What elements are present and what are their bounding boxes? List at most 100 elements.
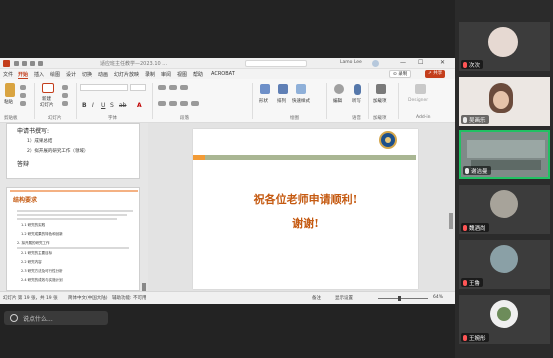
undo-icon[interactable] [30, 61, 35, 66]
ribbon-separator [252, 83, 253, 119]
zoom-slider[interactable] [378, 298, 428, 299]
tab-help[interactable]: 帮助 [193, 71, 203, 78]
thumbnail-text-line [17, 218, 117, 220]
mic-muted-icon [463, 224, 467, 231]
tab-slideshow[interactable]: 幻灯片放映 [114, 71, 139, 78]
find-icon[interactable] [334, 84, 344, 94]
tab-animations[interactable]: 动画 [98, 71, 108, 78]
participant-face [493, 91, 509, 109]
edit-label[interactable]: 编辑 [333, 98, 342, 104]
slide-accent-bar-orange [193, 155, 205, 160]
display-settings-button[interactable]: 显示设置 [335, 295, 353, 301]
thumbnail-line: 2.1 研究的主要目标 [21, 251, 53, 255]
status-bar: 幻灯片 第 19 张，共 19 张 简体中文(中国大陆) 辅助功能: 不可用 备… [0, 291, 455, 304]
minimize-button[interactable]: — [400, 59, 406, 66]
accessibility-status[interactable]: 辅助功能: 不可用 [112, 295, 146, 301]
addins-label[interactable]: 加载项 [373, 98, 387, 104]
close-button[interactable]: ✕ [440, 59, 445, 66]
zoom-slider-thumb[interactable] [398, 296, 401, 301]
new-slide-label-bottom[interactable]: 幻灯片 [40, 102, 54, 108]
share-button[interactable]: ↗ 共享 [425, 70, 446, 78]
tab-file[interactable]: 文件 [3, 71, 13, 78]
slide-thumbnail[interactable]: 结构要求 1.1 研究的实践 1.2 研究成果的特色和创新 2. 拟开展的研究工… [6, 187, 140, 291]
participant-name: 魏酒尚 [469, 225, 486, 232]
participant-avatar-mark [497, 307, 511, 321]
participant-tile[interactable]: 魏酒尚 [459, 185, 550, 234]
participant-tile[interactable]: 吴画乐 [459, 77, 550, 126]
strikethrough-button[interactable]: ab [119, 102, 127, 109]
tab-record[interactable]: 录制 [145, 71, 155, 78]
current-slide[interactable]: 祝各位老师申请顺利! 谢谢! [193, 129, 418, 289]
redo-icon[interactable] [38, 61, 43, 66]
participant-tile[interactable]: 次次 [459, 22, 550, 71]
quick-styles-icon[interactable] [296, 84, 306, 94]
account-name[interactable]: Lamo Lee [340, 60, 362, 65]
font-family-select[interactable] [80, 84, 128, 91]
paste-icon[interactable] [5, 83, 15, 97]
cut-icon[interactable] [20, 85, 26, 90]
section-icon[interactable] [62, 101, 68, 106]
tab-design[interactable]: 设计 [66, 71, 76, 78]
chat-input[interactable]: 说点什么... [4, 311, 108, 325]
maximize-button[interactable]: ☐ [418, 59, 423, 66]
align-left-icon[interactable] [158, 101, 166, 106]
indent-icon[interactable] [180, 85, 188, 90]
tab-insert[interactable]: 插入 [34, 71, 44, 78]
zoom-level[interactable]: 64% [433, 295, 443, 300]
dictate-label[interactable]: 听写 [352, 98, 361, 104]
ribbon-separator [326, 83, 327, 119]
notes-button[interactable]: 备注 [312, 295, 321, 301]
numbering-icon[interactable] [169, 85, 177, 90]
tab-review[interactable]: 审阅 [161, 71, 171, 78]
underline-button[interactable]: U [101, 102, 105, 109]
save-icon[interactable] [22, 61, 27, 66]
arrange-label[interactable]: 排列 [277, 98, 286, 104]
bullets-icon[interactable] [158, 85, 166, 90]
reset-icon[interactable] [62, 93, 68, 98]
participant-tile-active-speaker[interactable]: 谢洁曼 [459, 130, 550, 179]
slide-scrollbar[interactable] [449, 213, 453, 229]
tab-transitions[interactable]: 切换 [82, 71, 92, 78]
account-avatar[interactable] [372, 60, 379, 67]
designer-label[interactable]: Designer [408, 98, 428, 103]
font-size-select[interactable] [130, 84, 146, 91]
shapes-label[interactable]: 形状 [259, 98, 268, 104]
bold-button[interactable]: B [82, 102, 87, 109]
search-box[interactable] [245, 60, 307, 67]
microphone-icon[interactable] [354, 84, 361, 95]
layout-icon[interactable] [62, 85, 68, 90]
tab-acrobat[interactable]: ACROBAT [211, 71, 235, 77]
align-right-icon[interactable] [180, 101, 188, 106]
thumbnail-scrollbar[interactable] [142, 283, 146, 291]
record-button[interactable]: ⊙ 录制 [389, 70, 412, 78]
language-status[interactable]: 简体中文(中国大陆) [68, 295, 108, 301]
arrange-icon[interactable] [278, 84, 288, 94]
align-center-icon[interactable] [169, 101, 177, 106]
participant-name: 次次 [469, 62, 481, 69]
shadow-button[interactable]: S [110, 102, 114, 109]
justify-icon[interactable] [191, 101, 199, 106]
mic-icon [463, 116, 467, 123]
italic-button[interactable]: I [92, 102, 94, 109]
participant-tile[interactable]: 王鲁 [459, 240, 550, 289]
format-painter-icon[interactable] [20, 101, 26, 106]
designer-icon[interactable] [415, 84, 426, 94]
copy-icon[interactable] [20, 93, 26, 98]
participant-tile[interactable]: 王婉彤 [459, 295, 550, 344]
addins-icon[interactable] [376, 84, 386, 94]
powerpoint-window: 适应班主任教学—2023.10 ... Lamo Lee — ☐ ✕ 文件 开始… [0, 58, 455, 304]
tab-home[interactable]: 开始 [18, 71, 29, 79]
slide-canvas: 祝各位老师申请顺利! 谢谢! [148, 123, 455, 291]
participant-name: 王婉彤 [469, 335, 486, 342]
quick-styles-label[interactable]: 快速样式 [292, 98, 310, 104]
tab-view[interactable]: 视图 [177, 71, 187, 78]
ribbon-separator [34, 83, 35, 119]
shapes-icon[interactable] [260, 84, 270, 94]
thumbnail-accent-bar [10, 190, 138, 192]
font-color-button[interactable]: A [137, 102, 142, 109]
new-slide-icon[interactable] [42, 83, 54, 93]
autosave-icon[interactable] [14, 61, 19, 66]
slide-thumbnail[interactable]: 申请书撰写: 1）成果总结 2）拟开展的研究工作（领域） 答辩 [6, 123, 140, 179]
paste-label[interactable]: 粘贴 [4, 99, 13, 105]
tab-draw[interactable]: 绘图 [50, 71, 60, 78]
